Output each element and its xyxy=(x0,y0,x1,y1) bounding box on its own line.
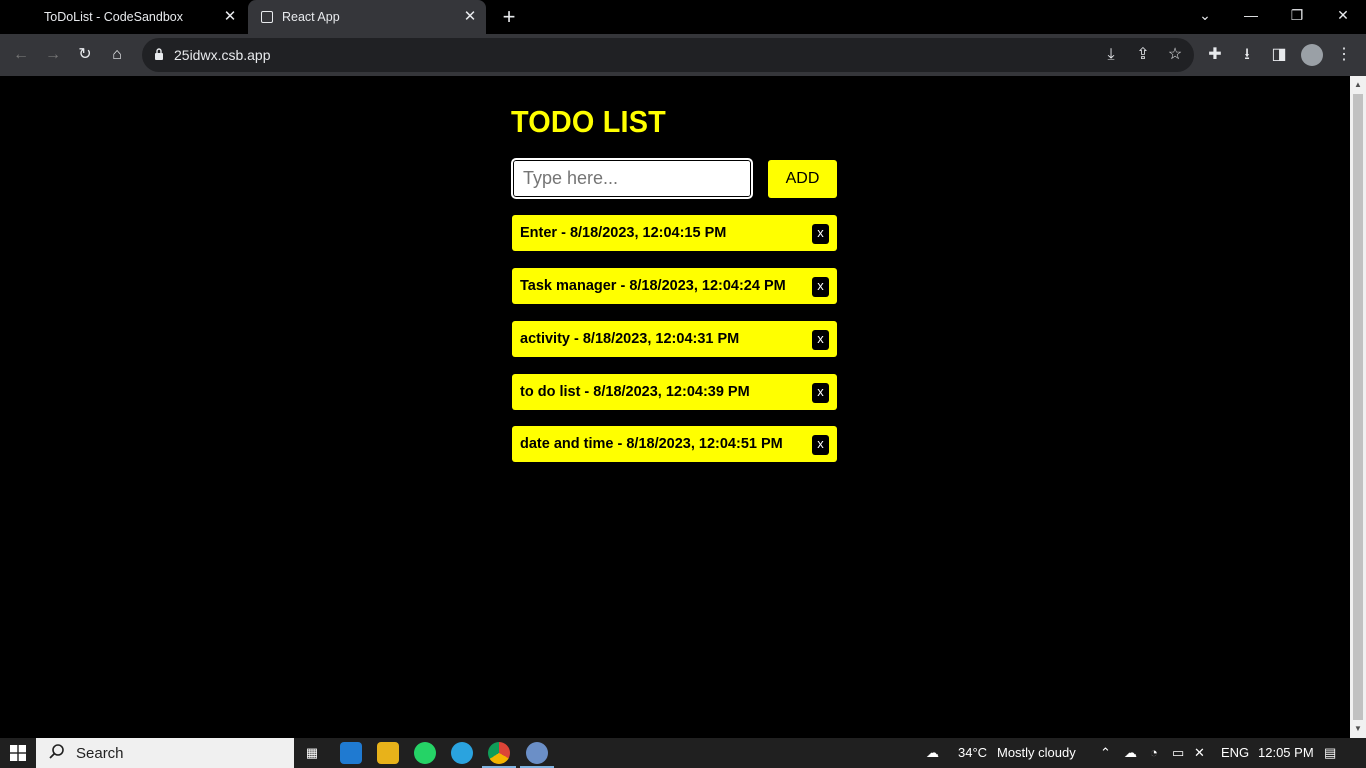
install-app-icon[interactable]: ⤓ xyxy=(1098,42,1124,68)
file-explorer-icon[interactable] xyxy=(377,742,399,764)
telegram-icon[interactable] xyxy=(451,742,473,764)
tab-react-app[interactable]: React App ✕ xyxy=(248,0,486,34)
close-tab-icon[interactable]: ✕ xyxy=(462,9,478,25)
page-scrollbar[interactable]: ▲ ▼ xyxy=(1350,76,1366,738)
scroll-down-icon[interactable]: ▼ xyxy=(1350,722,1366,736)
todo-item-text: activity - 8/18/2023, 12:04:31 PM xyxy=(520,331,740,347)
todo-item: to do list - 8/18/2023, 12:04:39 PM x xyxy=(512,374,837,410)
browser-toolbar: ← → ↻ ⌂ 25idwx.csb.app ⤓ ⇪ ☆ ✚ ⭳ ◨ ⋮ xyxy=(0,34,1366,76)
tab-codesandbox[interactable]: ToDoList - CodeSandbox ✕ xyxy=(0,0,246,34)
address-bar[interactable]: 25idwx.csb.app xyxy=(142,38,1194,72)
minimize-button[interactable]: — xyxy=(1228,0,1274,32)
windows-logo-icon xyxy=(10,745,26,761)
tab-title: React App xyxy=(282,10,340,24)
todo-item: activity - 8/18/2023, 12:04:31 PM x xyxy=(512,321,837,357)
profile-avatar[interactable] xyxy=(1301,44,1323,66)
tab-title: ToDoList - CodeSandbox xyxy=(44,10,183,24)
todo-item-text: Enter - 8/18/2023, 12:04:15 PM xyxy=(520,225,727,241)
todo-item-text: to do list - 8/18/2023, 12:04:39 PM xyxy=(520,384,750,400)
volume-muted-icon[interactable]: ✕ xyxy=(1194,738,1205,768)
weather-temp[interactable]: 34°C xyxy=(958,738,987,768)
weather-cloud-icon: ☁ xyxy=(926,745,939,760)
reload-icon[interactable]: ↻ xyxy=(72,42,98,68)
task-view-icon[interactable]: ▦ xyxy=(300,738,324,768)
forward-icon[interactable]: → xyxy=(40,42,66,68)
delete-button[interactable]: x xyxy=(812,277,829,297)
wifi-icon[interactable]: ◔ xyxy=(1150,738,1158,768)
delete-button[interactable]: x xyxy=(812,435,829,455)
todo-item-text: date and time - 8/18/2023, 12:04:51 PM xyxy=(520,436,783,452)
taskbar-search[interactable]: Search xyxy=(36,738,294,768)
todo-item: date and time - 8/18/2023, 12:04:51 PM x xyxy=(512,426,837,462)
side-panel-icon[interactable]: ◨ xyxy=(1266,42,1292,68)
weather-condition[interactable]: Mostly cloudy xyxy=(997,738,1076,768)
delete-button[interactable]: x xyxy=(812,330,829,350)
clock[interactable]: 12:05 PM xyxy=(1258,738,1314,768)
downloads-icon[interactable]: ⭳ xyxy=(1234,42,1260,68)
scroll-up-icon[interactable]: ▲ xyxy=(1350,78,1366,92)
close-window-button[interactable]: ✕ xyxy=(1320,0,1366,32)
show-hidden-icons-icon[interactable]: ⌃ xyxy=(1100,738,1111,768)
page-title: TODO LIST xyxy=(511,104,666,139)
lock-icon xyxy=(155,48,163,60)
browser-tabstrip: ToDoList - CodeSandbox ✕ React App ✕ + ⌄… xyxy=(0,0,1366,34)
todo-item: Enter - 8/18/2023, 12:04:15 PM x xyxy=(512,215,837,251)
restore-button[interactable]: ❐ xyxy=(1274,0,1320,32)
language-indicator[interactable]: ENG xyxy=(1221,738,1249,768)
add-button[interactable]: ADD xyxy=(768,160,837,198)
taskbar: Search ▦ ☁ 34°C Mostly cloudy ⌃ ☁ ◔ ▭ ✕ … xyxy=(0,738,1366,768)
bookmark-star-icon[interactable]: ☆ xyxy=(1162,42,1188,68)
todo-item-text: Task manager - 8/18/2023, 12:04:24 PM xyxy=(520,278,786,294)
search-icon xyxy=(49,744,64,759)
search-label: Search xyxy=(76,745,124,762)
tab-search-icon[interactable]: ⌄ xyxy=(1182,0,1228,32)
new-tab-button[interactable]: + xyxy=(498,6,520,28)
page-favicon-icon xyxy=(261,11,273,23)
notifications-icon[interactable]: ▤ xyxy=(1324,738,1336,768)
chrome-icon[interactable] xyxy=(488,742,510,764)
scrollbar-thumb[interactable] xyxy=(1353,94,1363,720)
todo-item: Task manager - 8/18/2023, 12:04:24 PM x xyxy=(512,268,837,304)
delete-button[interactable]: x xyxy=(812,383,829,403)
vscode-icon[interactable] xyxy=(340,742,362,764)
back-icon[interactable]: ← xyxy=(8,42,34,68)
home-icon[interactable]: ⌂ xyxy=(104,42,130,68)
todo-input[interactable] xyxy=(511,158,753,199)
delete-button[interactable]: x xyxy=(812,224,829,244)
url-text: 25idwx.csb.app xyxy=(174,47,271,63)
share-icon[interactable]: ⇪ xyxy=(1130,42,1156,68)
whatsapp-icon[interactable] xyxy=(414,742,436,764)
onedrive-icon[interactable]: ☁ xyxy=(1124,738,1137,768)
menu-icon[interactable]: ⋮ xyxy=(1331,42,1357,68)
r-app-icon[interactable] xyxy=(526,742,548,764)
extensions-icon[interactable]: ✚ xyxy=(1202,42,1228,68)
battery-icon[interactable]: ▭ xyxy=(1172,738,1184,768)
close-tab-icon[interactable]: ✕ xyxy=(222,9,238,25)
windows-start-icon[interactable] xyxy=(0,738,36,768)
